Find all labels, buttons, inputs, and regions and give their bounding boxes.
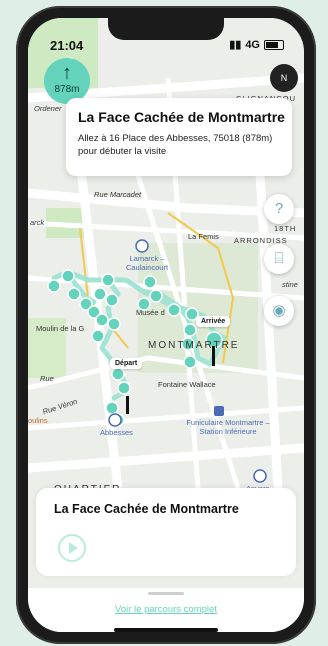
camera-button[interactable]: ⌸ <box>264 244 294 274</box>
map-label-lamarck: Lamarck – Caulaincourt <box>125 254 169 272</box>
battery-icon <box>264 39 284 50</box>
info-card[interactable]: La Face Cachée de Montmartre Allez à 16 … <box>66 98 292 176</box>
tour-card[interactable]: La Face Cachée de Montmartre <box>36 488 296 576</box>
map-label-rue-marcadet: Rue Marcadet <box>94 190 142 199</box>
info-card-text: Allez à 16 Place des Abbesses, 75018 (87… <box>78 133 273 157</box>
bottom-sheet: La Face Cachée de Montmartre Voir le par… <box>28 488 304 632</box>
map-label-moulins: oulins <box>28 416 48 425</box>
camera-icon: ⌸ <box>274 250 284 267</box>
crosshair-icon: ◉ <box>272 302 286 319</box>
map-label-18th: 18TH <box>274 224 297 233</box>
map-label-stine: stine <box>282 280 298 289</box>
help-button[interactable]: ? <box>264 194 294 224</box>
footer: Voir le parcours complet <box>28 588 304 632</box>
status-indicators: ▮▮ 4G <box>229 38 284 51</box>
home-indicator <box>114 628 218 632</box>
marker-end[interactable]: Arrivée <box>196 316 231 327</box>
distance-value: 878m <box>54 84 80 95</box>
map-label-funiculaire: Funiculaire Montmartre – Station Inférie… <box>186 418 270 436</box>
map-label-abbesses: Abbesses <box>100 428 133 437</box>
status-bar: 21:04 ▮▮ 4G <box>28 18 304 58</box>
signal-icon: ▮▮ <box>229 39 242 51</box>
map-label-la-femis: La Femis <box>188 232 219 241</box>
app-screen: Ordener CLIGNANCOU Rue Marcadet arck La … <box>28 18 304 632</box>
map-label-moulin: Moulin de la G <box>36 324 85 333</box>
direction-arrow-icon: ↑ <box>62 62 72 84</box>
tour-title: La Face Cachée de Montmartre <box>54 502 239 516</box>
network-label: 4G <box>245 38 260 51</box>
marker-start[interactable]: Départ <box>110 358 143 369</box>
question-icon: ? <box>274 200 284 217</box>
map-label-arck: arck <box>30 218 45 227</box>
compass-icon[interactable]: N <box>270 64 298 92</box>
info-card-title: La Face Cachée de Montmartre <box>78 109 285 125</box>
phone-frame: Ordener CLIGNANCOU Rue Marcadet arck La … <box>16 6 316 644</box>
full-route-link[interactable]: Voir le parcours complet <box>28 604 304 615</box>
locate-button[interactable]: ◉ <box>264 296 294 326</box>
play-icon[interactable] <box>58 534 86 562</box>
map-label-fontaine-wallace: Fontaine Wallace <box>158 380 216 389</box>
status-time: 21:04 <box>50 38 84 53</box>
map-label-rue: Rue <box>40 374 54 383</box>
map-label-ordener: Ordener <box>34 104 62 113</box>
map-label-montmartre: MONTMARTRE <box>148 340 240 351</box>
sheet-grip[interactable] <box>148 592 184 595</box>
map-label-musee: Musée d <box>136 308 165 317</box>
